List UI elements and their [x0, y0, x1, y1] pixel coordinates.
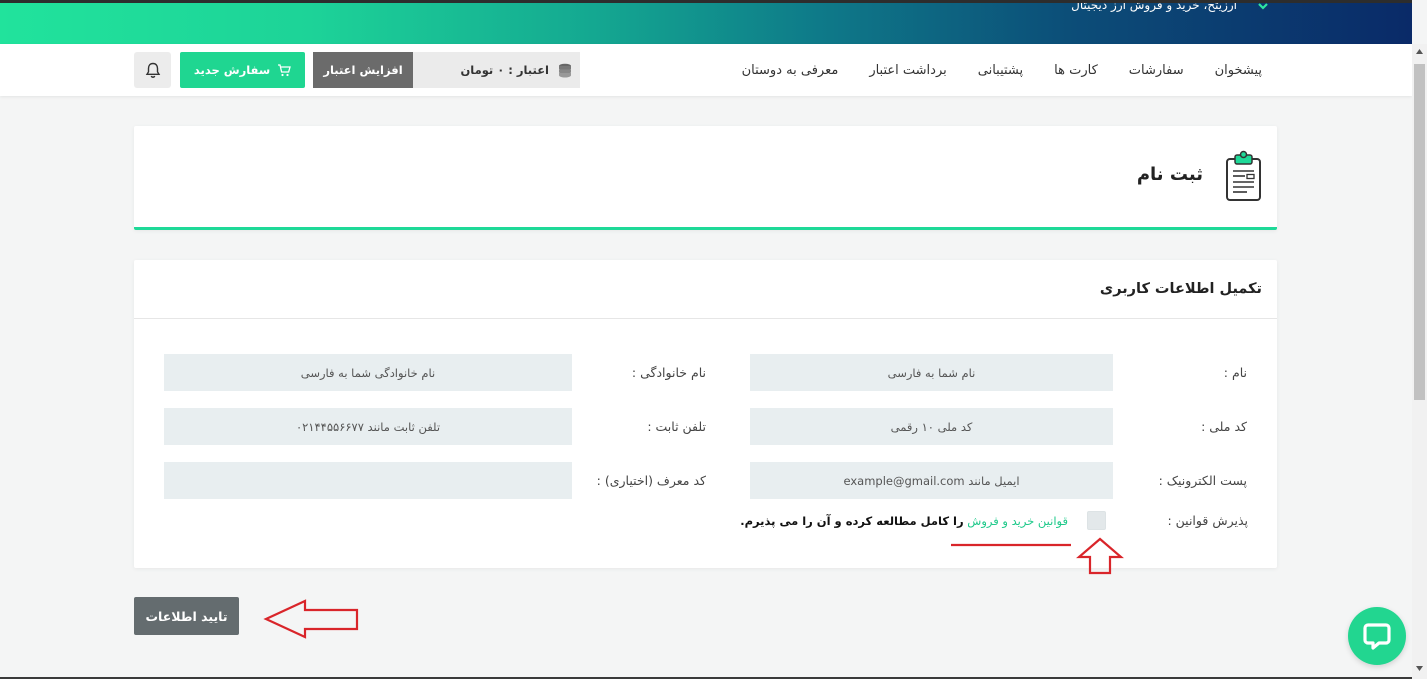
nav-item-withdraw[interactable]: برداشت اعتبار [869, 63, 946, 78]
credit-label: اعتبار : ۰ تومان [460, 63, 549, 77]
nav-item-support[interactable]: پشتیبانی [978, 63, 1023, 78]
phone-input[interactable] [164, 408, 572, 445]
clipboard-icon [1226, 150, 1261, 201]
terms-link[interactable]: قوانین خرید و فروش [967, 514, 1068, 528]
first-name-label: نام : [1223, 365, 1247, 380]
scrollbar-thumb[interactable] [1414, 64, 1425, 400]
terms-label: پذیرش قوانین : [1167, 513, 1248, 528]
form-heading: تکمیل اطلاعات کاربری [1099, 281, 1262, 297]
chat-widget-button[interactable] [1348, 607, 1406, 665]
page-title-card: ثبت نام [134, 126, 1277, 230]
chat-bubble-icon [1363, 623, 1391, 650]
increase-credit-label: افزایش اعتبار [323, 63, 403, 77]
scroll-down-arrow-icon[interactable] [1416, 666, 1423, 671]
referral-code-input[interactable] [164, 462, 572, 499]
page-title: ثبت نام [1136, 164, 1203, 185]
national-code-label: کد ملی : [1201, 419, 1247, 434]
navbar: پیشخوان سفارشات کارت ها پشتیبانی برداشت … [0, 44, 1412, 96]
new-order-label: سفارش جدید [193, 63, 271, 77]
cart-icon [278, 63, 292, 76]
credit-balance: اعتبار : ۰ تومان [413, 52, 580, 88]
nav-item-dashboard[interactable]: پیشخوان [1215, 63, 1262, 78]
nav-item-cards[interactable]: کارت ها [1054, 63, 1098, 78]
last-name-input[interactable] [164, 354, 572, 391]
submit-button[interactable]: تایید اطلاعات [134, 597, 239, 635]
first-name-input[interactable] [750, 354, 1113, 391]
bell-icon [145, 62, 160, 78]
chevron-down-icon[interactable] [1257, 3, 1269, 11]
main-menu: پیشخوان سفارشات کارت ها پشتیبانی برداشت … [742, 44, 1262, 96]
terms-checkbox[interactable] [1087, 511, 1106, 530]
form-header: تکمیل اطلاعات کاربری [134, 260, 1277, 319]
email-label: پست الکترونیک : [1158, 473, 1247, 488]
terms-statement: قوانین خرید و فروش را کامل مطالعه کرده و… [740, 511, 1068, 531]
submit-label: تایید اطلاعات [145, 608, 228, 624]
page-scrollbar[interactable] [1412, 44, 1427, 679]
last-name-label: نام خانوادگی : [631, 365, 706, 380]
new-order-button[interactable]: سفارش جدید [180, 52, 305, 88]
nav-item-referral[interactable]: معرفی به دوستان [742, 63, 839, 78]
phone-label: تلفن ثابت : [647, 419, 706, 434]
increase-credit-button[interactable]: افزایش اعتبار [313, 52, 413, 88]
top-banner: ارزیتخ، خرید و فروش ارز دیجیتال [0, 0, 1412, 44]
user-info-form-card: تکمیل اطلاعات کاربری نام : نام خانوادگی … [134, 260, 1277, 568]
referral-code-label: کد معرف (اختیاری) : [596, 473, 706, 488]
notifications-button[interactable] [134, 52, 171, 88]
terms-text: را کامل مطالعه کرده و آن را می پذیرم. [740, 514, 964, 528]
national-code-input[interactable] [750, 408, 1113, 445]
email-input[interactable] [750, 462, 1113, 499]
scroll-up-arrow-icon[interactable] [1416, 49, 1423, 54]
coins-icon [559, 63, 571, 78]
annotation-arrow-left [263, 599, 359, 639]
nav-item-orders[interactable]: سفارشات [1129, 63, 1184, 78]
banner-tagline: ارزیتخ، خرید و فروش ارز دیجیتال [1071, 0, 1237, 12]
